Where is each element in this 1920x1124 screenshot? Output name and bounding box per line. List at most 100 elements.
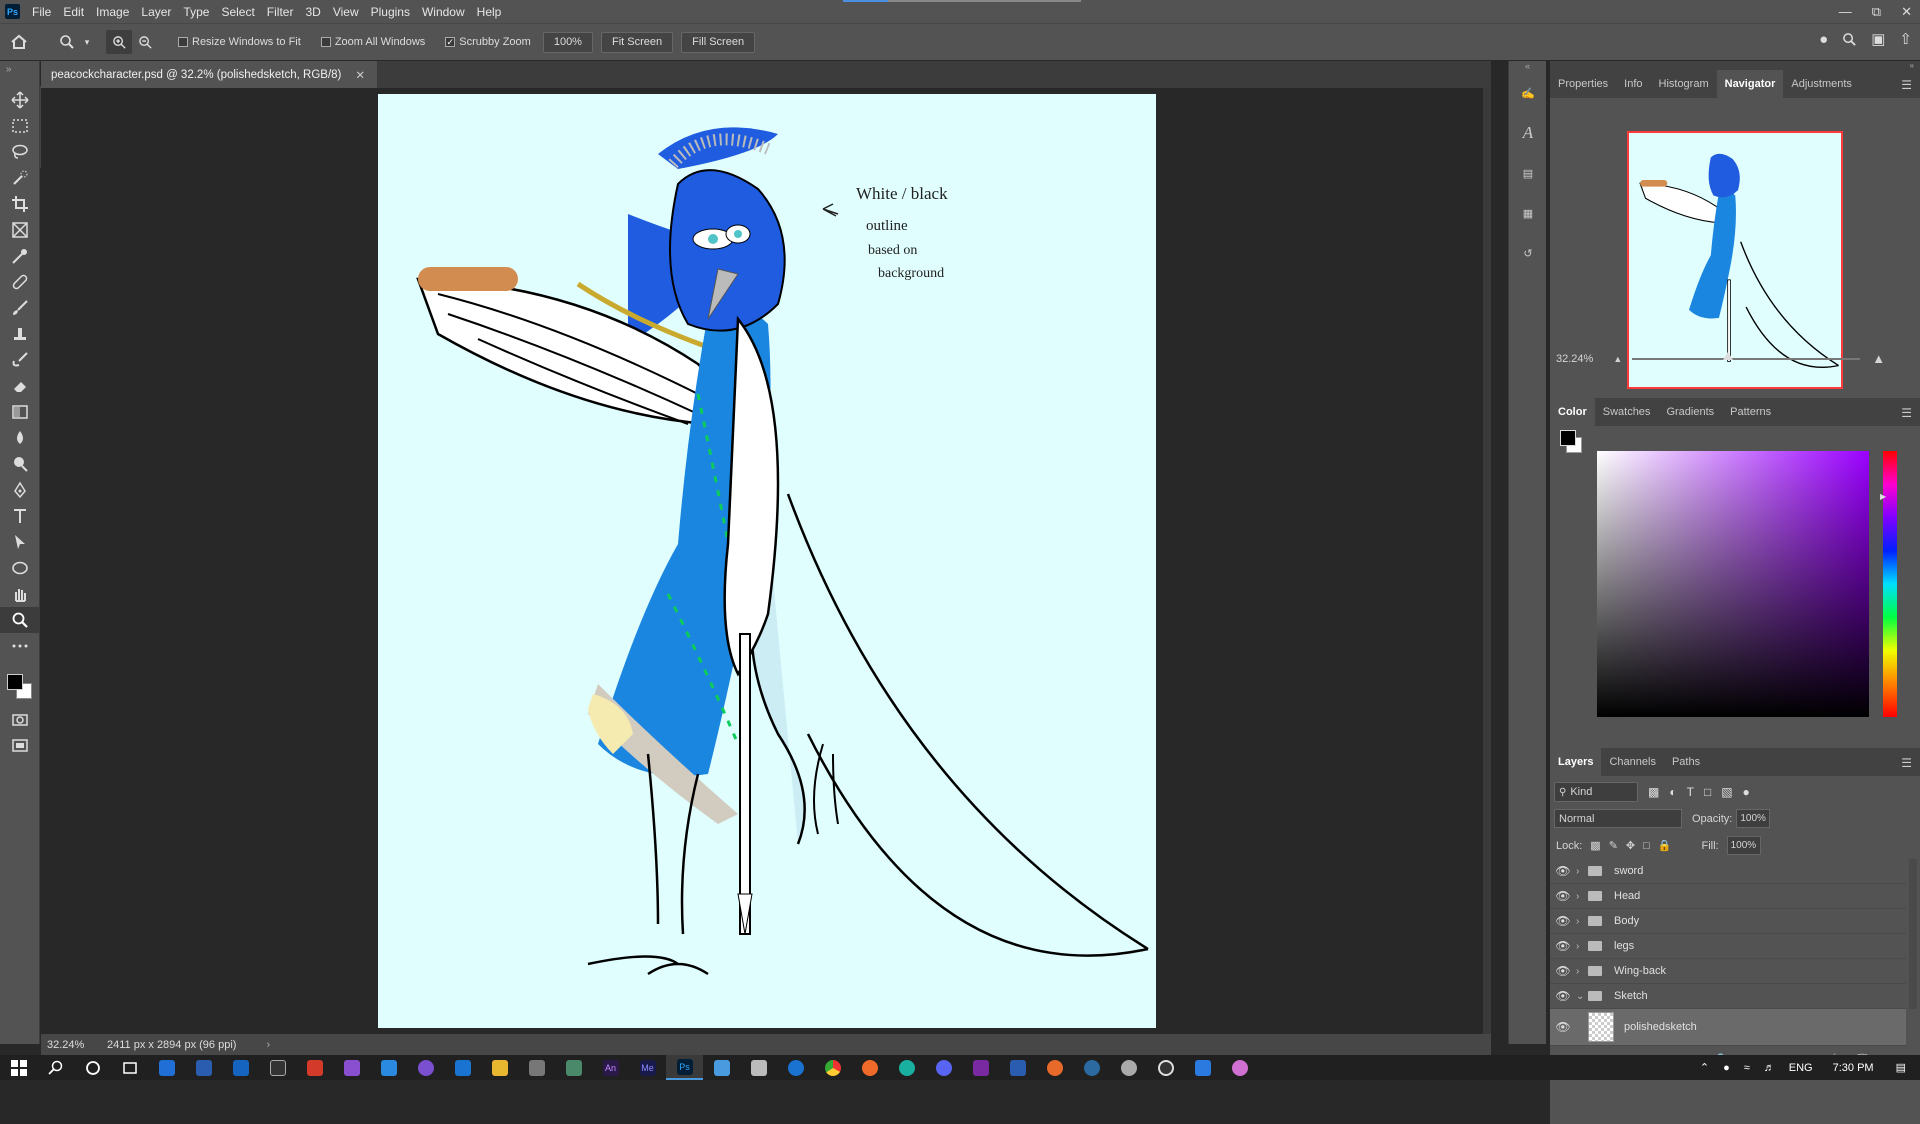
pen-tool-icon[interactable] <box>0 477 40 503</box>
zoom-out-mountain-icon[interactable]: ▲ <box>1613 354 1622 364</box>
resize-windows-checkbox[interactable]: Resize Windows to Fit <box>178 36 301 48</box>
discord-app-icon[interactable] <box>925 1055 962 1080</box>
status-zoom[interactable]: 32.24% <box>47 1039 107 1051</box>
tab-patterns[interactable]: Patterns <box>1722 398 1779 426</box>
clock-time[interactable]: 7:30 PM <box>1833 1062 1874 1074</box>
expand-chevron-icon[interactable]: › <box>1576 916 1588 927</box>
menu-select[interactable]: Select <box>215 5 260 19</box>
brush-panel-icon[interactable]: ✍ <box>1509 73 1547 113</box>
restore-icon[interactable]: ⧉ <box>1872 4 1881 20</box>
chevron-down-icon[interactable]: ▾ <box>82 37 92 48</box>
filter-pixel-icon[interactable]: ▩ <box>1648 785 1659 799</box>
panel-menu-icon[interactable]: ☰ <box>1901 78 1912 92</box>
navigator-zoom-slider[interactable] <box>1632 351 1861 360</box>
taskbar-search-icon[interactable] <box>37 1055 74 1080</box>
history-panel-icon[interactable]: ↺ <box>1509 233 1547 273</box>
collapse-icon[interactable]: « <box>1509 61 1546 73</box>
filter-adjustment-icon[interactable]: ◐ <box>1669 785 1676 799</box>
gradient-tool-icon[interactable] <box>0 399 40 425</box>
app-misc-icon[interactable] <box>555 1055 592 1080</box>
menu-layer[interactable]: Layer <box>135 5 177 19</box>
github-app-icon[interactable] <box>407 1055 444 1080</box>
filter-toggle-icon[interactable]: ● <box>1743 785 1750 799</box>
eraser-tool-icon[interactable] <box>0 373 40 399</box>
expand-chevron-icon[interactable]: › <box>1576 941 1588 952</box>
zoom-tool-preset-icon[interactable] <box>52 34 82 50</box>
vscode-app-icon[interactable] <box>370 1055 407 1080</box>
navigator-zoom-value[interactable]: 32.24% <box>1556 353 1593 365</box>
scrubby-zoom-checkbox[interactable]: ✓ Scrubby Zoom <box>445 36 531 48</box>
screen-mode-icon[interactable] <box>0 733 40 759</box>
tab-channels[interactable]: Channels <box>1601 748 1663 776</box>
marquee-tool-icon[interactable] <box>0 113 40 139</box>
tab-properties[interactable]: Properties <box>1550 70 1616 98</box>
menu-3d[interactable]: 3D <box>299 5 326 19</box>
menu-file[interactable]: File <box>26 5 57 19</box>
lock-image-icon[interactable]: ✎ <box>1609 839 1618 852</box>
calendar-app-icon[interactable] <box>1184 1055 1221 1080</box>
color-fg-swatch[interactable] <box>1560 430 1576 446</box>
edge-app-icon[interactable] <box>888 1055 925 1080</box>
fill-screen-button[interactable]: Fill Screen <box>681 31 756 53</box>
quick-select-tool-icon[interactable] <box>0 165 40 191</box>
onenote-app-icon[interactable] <box>962 1055 999 1080</box>
layer-filter-kind[interactable]: ⚲ Kind <box>1554 782 1638 802</box>
menu-image[interactable]: Image <box>90 5 135 19</box>
app-grey-icon[interactable] <box>1110 1055 1147 1080</box>
word-app-icon[interactable] <box>999 1055 1036 1080</box>
firefox-app-icon[interactable] <box>851 1055 888 1080</box>
tab-histogram[interactable]: Histogram <box>1651 70 1717 98</box>
zoom-in-mountain-icon[interactable]: ▲ <box>1872 351 1885 366</box>
zoom-out-icon[interactable] <box>132 35 158 50</box>
menu-filter[interactable]: Filter <box>261 5 300 19</box>
fill-input[interactable]: 100% <box>1726 836 1761 855</box>
menu-view[interactable]: View <box>327 5 365 19</box>
filter-smart-object-icon[interactable]: ▧ <box>1721 785 1732 799</box>
healing-brush-tool-icon[interactable] <box>0 269 40 295</box>
filter-type-icon[interactable]: T <box>1687 785 1694 799</box>
close-icon[interactable]: ✕ <box>1901 4 1912 20</box>
document-canvas[interactable]: White / black outline based on backgroun… <box>378 94 1156 1028</box>
cortana-icon[interactable] <box>74 1055 111 1080</box>
brush-tool-icon[interactable] <box>0 295 40 321</box>
path-select-tool-icon[interactable] <box>0 529 40 555</box>
layer-row-legs[interactable]: 👁 › legs <box>1550 934 1906 959</box>
canvas-scrollbar[interactable] <box>1483 88 1491 1034</box>
visibility-eye-icon[interactable]: 👁 <box>1550 1020 1576 1034</box>
type-tool-icon[interactable] <box>0 503 40 529</box>
microphone-icon[interactable]: ● <box>1723 1062 1730 1074</box>
media-encoder-app-icon[interactable]: Me <box>629 1055 666 1080</box>
obs-app-icon[interactable] <box>1147 1055 1184 1080</box>
chrome-app-icon[interactable] <box>814 1055 851 1080</box>
collapse-chevron-icon[interactable]: ⌄ <box>1576 991 1588 1002</box>
lock-transparent-icon[interactable]: ▩ <box>1590 839 1600 852</box>
zoom-100-button[interactable]: 100% <box>542 31 593 53</box>
search-icon[interactable] <box>1842 30 1857 48</box>
layer-row-head[interactable]: 👁 › Head <box>1550 884 1906 909</box>
visibility-eye-icon[interactable]: 👁 <box>1550 889 1576 903</box>
move-tool-icon[interactable] <box>0 87 40 113</box>
tab-adjustments[interactable]: Adjustments <box>1783 70 1860 98</box>
layer-row-polishedsketch[interactable]: 👁 polishedsketch <box>1550 1009 1906 1046</box>
tab-paths[interactable]: Paths <box>1664 748 1708 776</box>
lasso-tool-icon[interactable] <box>0 139 40 165</box>
frame-tool-icon[interactable] <box>0 217 40 243</box>
chevron-right-icon[interactable]: › <box>266 1039 270 1051</box>
history-brush-tool-icon[interactable] <box>0 347 40 373</box>
animate-app-icon[interactable]: An <box>592 1055 629 1080</box>
color-panel-menu-icon[interactable]: ☰ <box>1901 406 1912 420</box>
zoom-all-checkbox[interactable]: Zoom All Windows <box>320 36 425 48</box>
notepad-app-icon[interactable] <box>703 1055 740 1080</box>
tab-gradients[interactable]: Gradients <box>1658 398 1722 426</box>
layer-row-wing-back[interactable]: 👁 › Wing-back <box>1550 959 1906 984</box>
fit-screen-button[interactable]: Fit Screen <box>600 31 674 53</box>
terminal-app-icon[interactable] <box>259 1055 296 1080</box>
edge-legacy-app-icon[interactable] <box>777 1055 814 1080</box>
expand-chevron-icon[interactable]: › <box>1576 966 1588 977</box>
visibility-eye-icon[interactable]: 👁 <box>1550 964 1576 978</box>
wifi-icon[interactable]: ≈ <box>1744 1062 1750 1074</box>
app-teal-icon[interactable] <box>1073 1055 1110 1080</box>
tab-swatches[interactable]: Swatches <box>1595 398 1659 426</box>
menu-edit[interactable]: Edit <box>57 5 90 19</box>
lock-artboard-icon[interactable]: □ <box>1643 840 1650 852</box>
